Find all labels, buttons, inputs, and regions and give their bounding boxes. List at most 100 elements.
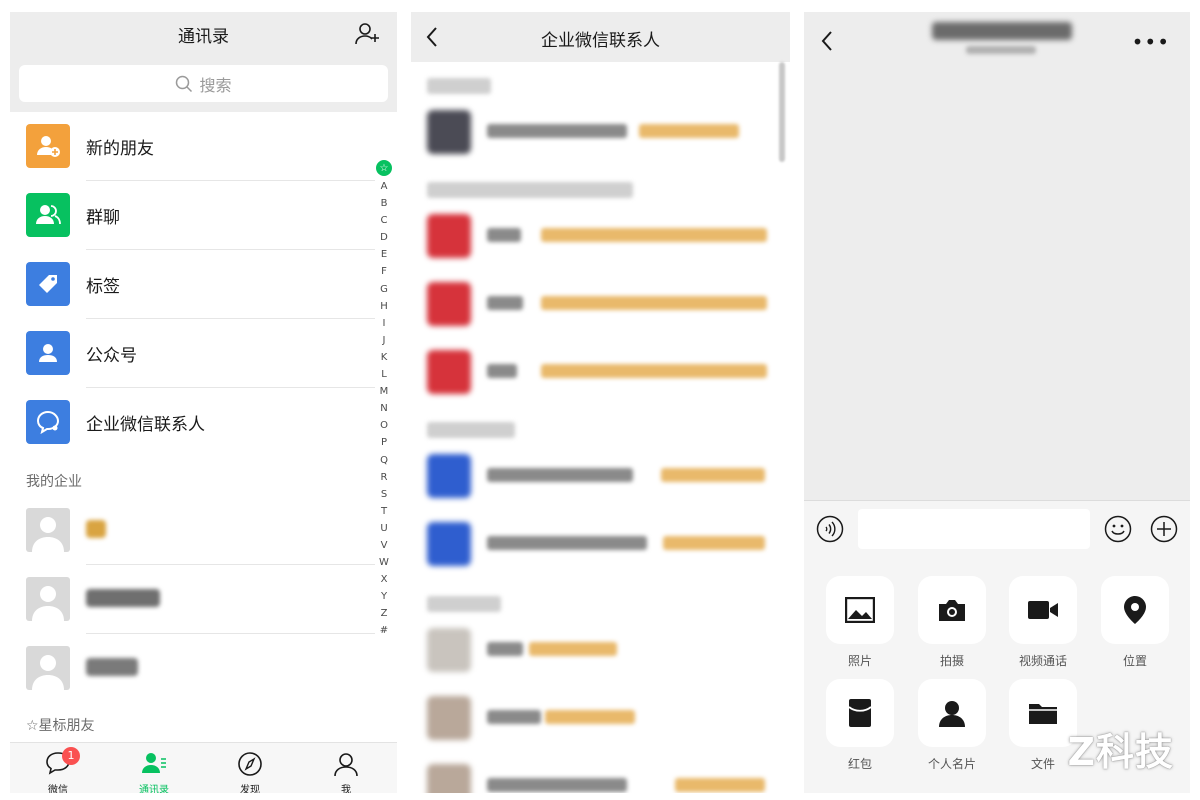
tab-contacts[interactable]: 通讯录 [106,743,202,793]
back-icon[interactable] [820,30,834,52]
avatar [26,508,70,552]
index-letter[interactable]: N [374,400,394,417]
avatar [427,110,471,154]
message-input[interactable] [858,509,1090,549]
tool-contact-card[interactable]: 个人名片 [918,679,986,772]
index-letter[interactable]: U [374,520,394,537]
tab-label: 我 [341,785,351,793]
bottom-tab-bar: 1 微信 通讯录 发现 我 [10,742,397,793]
company-name-blurred [541,296,767,310]
contact-name-blurred [86,520,106,538]
contact-row[interactable] [10,565,375,634]
tool-label: 视频通话 [1018,654,1067,668]
list-item[interactable] [411,98,790,166]
index-letter[interactable]: W [374,554,394,571]
index-letter[interactable]: L [374,366,394,383]
emoji-icon[interactable] [1104,515,1132,543]
contact-name-blurred [487,364,517,378]
tab-me[interactable]: 我 [298,743,394,793]
index-letter[interactable]: # [374,622,394,639]
index-letter[interactable]: H [374,298,394,315]
index-letter[interactable]: K [374,349,394,366]
message-area[interactable] [804,68,1190,500]
index-letter[interactable]: D [374,229,394,246]
index-letter[interactable]: Z [374,605,394,622]
search-icon [176,75,193,92]
tool-label: 拍摄 [939,654,964,668]
list-item[interactable] [411,338,790,406]
menu-label-official-accounts: 公众号 [86,346,137,366]
index-letter[interactable]: B [374,195,394,212]
index-letter[interactable]: V [374,537,394,554]
tab-chats[interactable]: 1 微信 [10,743,106,793]
menu-item-group-chat[interactable]: 群聊 [10,181,375,250]
watermark: Z科技 [1067,730,1174,774]
index-letter[interactable]: Q [374,452,394,469]
tool-location[interactable]: 位置 [1101,576,1169,669]
list-item[interactable] [411,442,790,510]
tab-label: 通讯录 [139,785,169,793]
tool-label: 位置 [1122,654,1147,668]
menu-item-work-contacts[interactable]: 企业微信联系人 [10,388,375,457]
list-item[interactable] [411,752,790,793]
tool-photo[interactable]: 照片 [826,576,894,669]
official-account-icon [26,331,70,375]
search-input[interactable]: 搜索 [19,65,388,102]
page-title: 企业微信联系人 [541,31,660,51]
list-item[interactable] [411,684,790,752]
contact-row[interactable] [10,496,375,565]
index-letter[interactable]: X [374,571,394,588]
chat-title-blurred [932,22,1072,40]
index-letter[interactable]: P [374,434,394,451]
index-letter[interactable]: G [374,281,394,298]
add-friend-icon[interactable] [355,22,381,46]
group-header-blurred [427,78,491,94]
tab-label: 微信 [48,785,68,793]
index-letter[interactable]: J [374,332,394,349]
company-name-blurred [639,124,739,138]
location-icon [1124,596,1146,624]
contact-name-blurred [86,658,138,676]
index-letter[interactable]: O [374,417,394,434]
index-letter[interactable]: F [374,263,394,280]
menu-label-work-contacts: 企业微信联系人 [86,415,205,435]
avatar [26,577,70,621]
menu-item-official-accounts[interactable]: 公众号 [10,319,375,388]
menu-item-tags[interactable]: 标签 [10,250,375,319]
chat-input-bar [804,500,1190,560]
list-item[interactable] [411,616,790,684]
index-letter[interactable]: S [374,486,394,503]
group-header-blurred [427,422,515,438]
index-letter[interactable]: M [374,383,394,400]
index-letter[interactable]: C [374,212,394,229]
index-letter[interactable]: T [374,503,394,520]
avatar [427,214,471,258]
plus-icon[interactable] [1150,515,1178,543]
tool-red-packet[interactable]: 红包 [826,679,894,772]
contact-name-blurred [487,124,627,138]
menu-item-new-friends[interactable]: 新的朋友 [10,112,375,181]
index-letter[interactable]: E [374,246,394,263]
index-letter[interactable]: A [374,178,394,195]
contact-row[interactable] [10,634,375,703]
tab-discover[interactable]: 发现 [202,743,298,793]
index-letter[interactable]: R [374,469,394,486]
tool-video-call[interactable]: 视频通话 [1009,576,1077,669]
avatar [427,696,471,740]
list-item[interactable] [411,270,790,338]
star-index-icon[interactable]: ☆ [376,160,392,176]
tool-camera[interactable]: 拍摄 [918,576,986,669]
avatar [427,350,471,394]
index-letter[interactable]: Y [374,588,394,605]
index-letter[interactable]: I [374,315,394,332]
compass-icon [238,752,262,776]
profile-icon [334,753,358,777]
more-icon[interactable]: ••• [1132,30,1170,54]
tab-label: 发现 [240,785,260,793]
voice-icon[interactable] [816,515,844,543]
list-item[interactable] [411,510,790,578]
company-name-blurred [663,536,765,550]
list-item[interactable] [411,202,790,270]
group-chat-icon [26,193,70,237]
alphabet-index-bar[interactable]: ☆ A B C D E F G H I J K L M N O P Q R S T U V W X Y Z # [374,160,394,640]
